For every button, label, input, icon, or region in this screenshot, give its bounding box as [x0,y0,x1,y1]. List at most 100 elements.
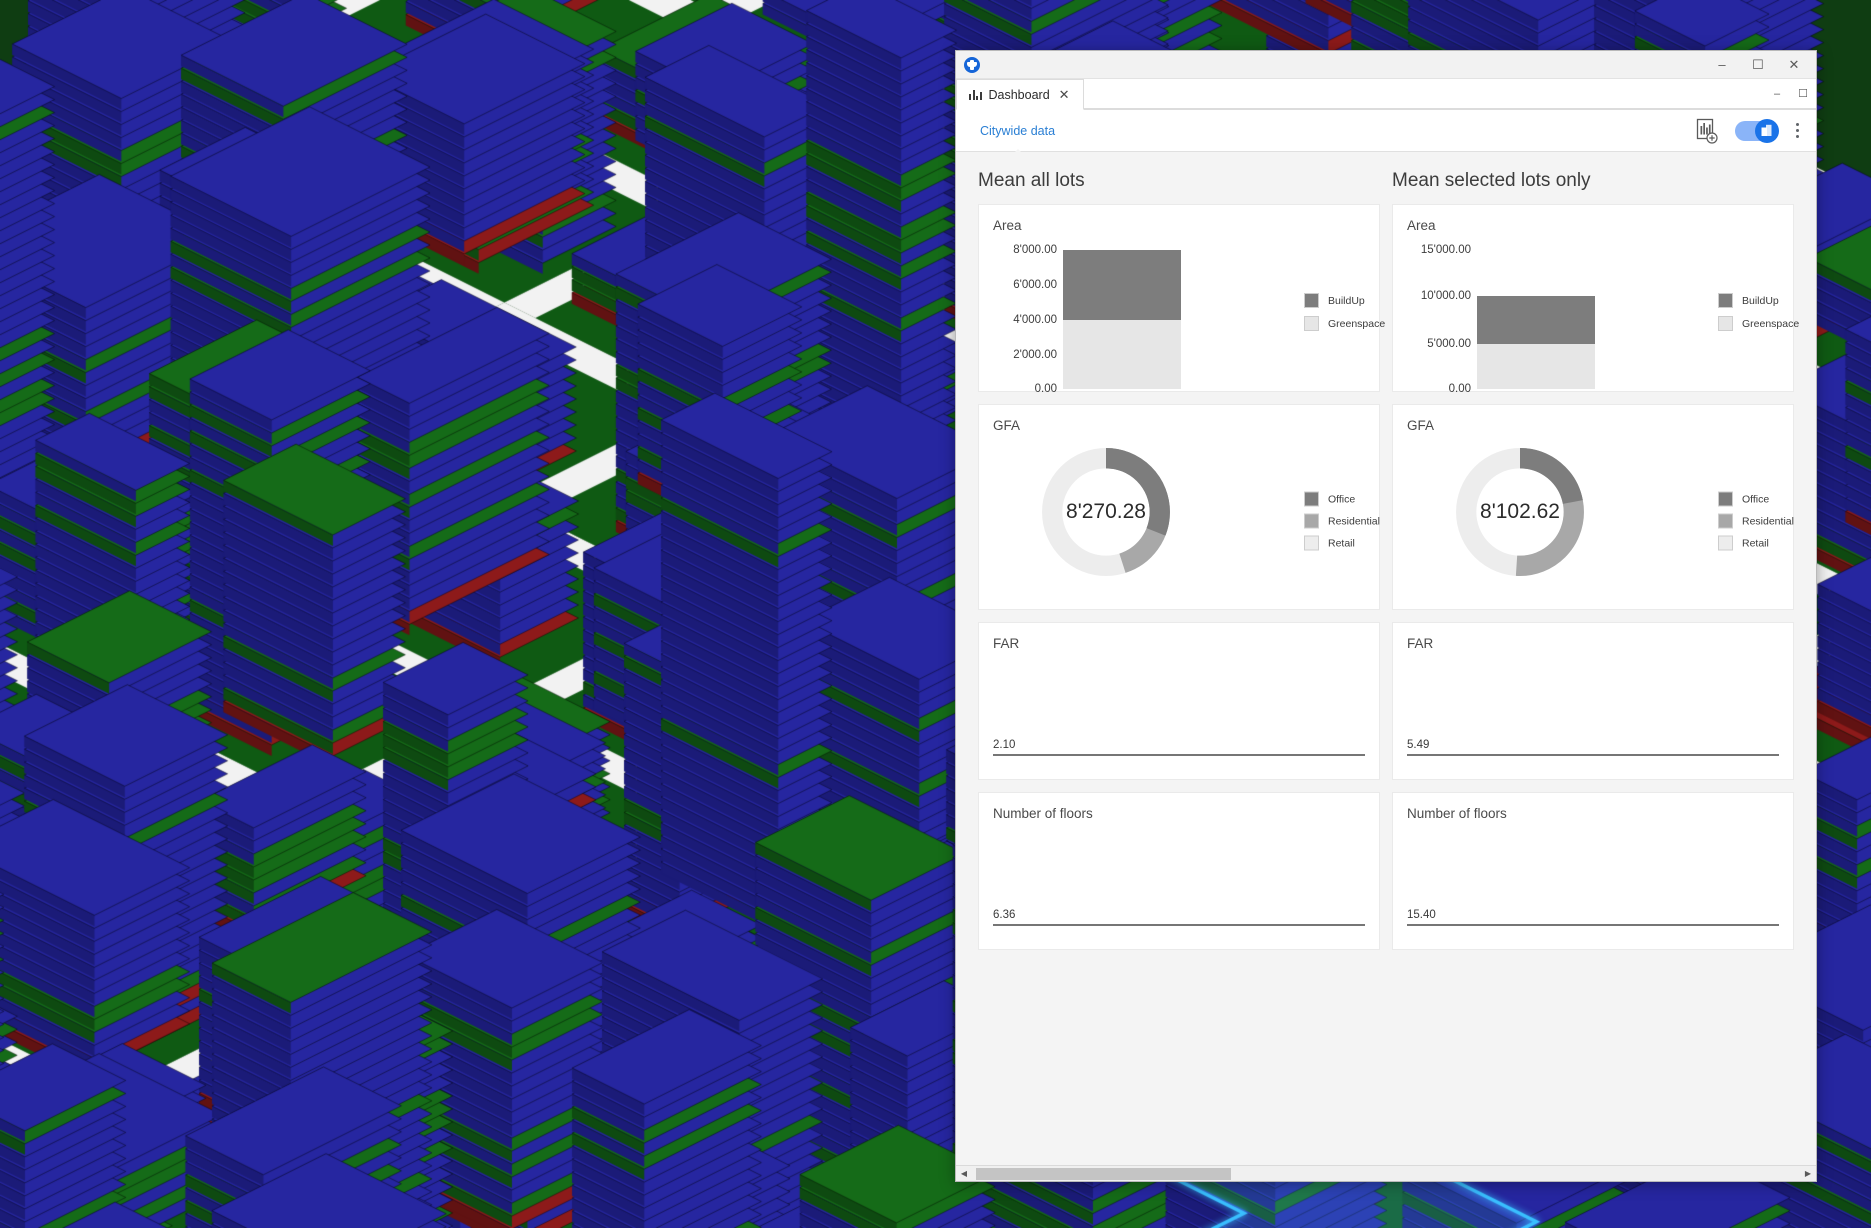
legend-label: Retail [1742,537,1769,549]
far-bar[interactable] [1407,754,1779,756]
panel-minimize-button[interactable]: – [1764,82,1790,106]
y-tick: 6'000.00 [1013,279,1057,291]
scrollbar-thumb[interactable] [976,1168,1231,1180]
far-bar[interactable] [993,754,1365,756]
card-gfa-selected-lots[interactable]: GFA 8'102.62 [1392,404,1794,610]
window-close-button[interactable]: ✕ [1776,52,1812,78]
bar-chart-icon [969,89,982,100]
legend-item[interactable]: Greenspace [1304,316,1385,331]
card-area-all-lots[interactable]: Area 8'000.00 6'000.00 4'000.00 2'000.00… [978,204,1380,392]
donut-chart[interactable]: 8'102.62 [1449,441,1591,583]
legend-label: Retail [1328,537,1355,549]
donut-chart[interactable]: 8'270.28 [1035,441,1177,583]
legend-item[interactable]: Retail [1304,536,1380,551]
floors-chart-selected-lots[interactable]: 15.40 [1393,821,1793,949]
tab-close-icon[interactable]: ✕ [1057,87,1072,102]
far-chart-all-lots[interactable]: 2.10 [979,651,1379,779]
card-title: Number of floors [1393,793,1793,821]
dashboard-content: Mean all lots Mean selected lots only Ar… [956,152,1816,1165]
window-maximize-button[interactable]: ☐ [1740,52,1776,78]
tab-strip: Dashboard ✕ – ☐ [956,79,1816,110]
legend-label: Residential [1742,515,1794,527]
floors-chart-all-lots[interactable]: 6.36 [979,821,1379,949]
bar-segment-greenspace[interactable] [1063,320,1181,390]
bar-segment-buildup[interactable] [1477,296,1595,343]
dashboard-window: – ☐ ✕ Dashboard ✕ – ☐ Citywide data [955,50,1817,1182]
card-title: GFA [1393,405,1793,433]
legend-swatch-retail [1304,536,1319,551]
y-axis-labels: 8'000.00 6'000.00 4'000.00 2'000.00 0.00 [979,233,1063,391]
selected-lots-toggle[interactable] [1735,121,1777,141]
chart-legend: BuildUp Greenspace [1304,293,1385,331]
panel-maximize-button[interactable]: ☐ [1790,82,1816,106]
column-selected-lots: Area 15'000.00 10'000.00 5'000.00 0.00 [1392,204,1794,950]
card-title: Number of floors [979,793,1379,821]
legend-swatch-retail [1718,536,1733,551]
card-gfa-all-lots[interactable]: GFA 8'270.28 [978,404,1380,610]
legend-item[interactable]: Office [1718,492,1794,507]
legend-label: BuildUp [1742,295,1779,307]
legend-swatch-greenspace [1718,316,1733,331]
card-title: FAR [979,623,1379,651]
dataset-tab-citywide-data[interactable]: Citywide data [978,122,1057,140]
window-titlebar[interactable]: – ☐ ✕ [956,51,1816,79]
toolbar-actions [1695,118,1802,144]
cards-grid: Area 8'000.00 6'000.00 4'000.00 2'000.00… [956,204,1816,950]
card-far-selected-lots[interactable]: FAR 5.49 [1392,622,1794,780]
y-axis-labels: 15'000.00 10'000.00 5'000.00 0.00 [1393,233,1477,391]
card-title: Area [1393,205,1793,233]
gfa-donut-selected-lots[interactable]: 8'102.62 Office Residential [1393,433,1793,609]
legend-item[interactable]: BuildUp [1718,293,1799,308]
content-bottom-spacer [956,950,1816,992]
legend-swatch-office [1304,492,1319,507]
floors-bar[interactable] [1407,924,1779,926]
legend-item[interactable]: Retail [1718,536,1794,551]
floors-value: 6.36 [993,909,1015,921]
dashboard-toolbar: Citywide data [956,110,1816,152]
scroll-left-arrow[interactable]: ◀ [956,1166,972,1182]
bar-segment-buildup[interactable] [1063,250,1181,320]
legend-label: Greenspace [1742,318,1799,330]
tab-dashboard[interactable]: Dashboard ✕ [956,79,1084,110]
donut-center-value: 8'102.62 [1449,441,1591,583]
legend-item[interactable]: Residential [1718,514,1794,529]
floors-value: 15.40 [1407,909,1436,921]
add-chart-button[interactable] [1695,118,1719,144]
card-area-selected-lots[interactable]: Area 15'000.00 10'000.00 5'000.00 0.00 [1392,204,1794,392]
stacked-bar[interactable] [1477,233,1595,391]
chart-legend: Office Residential Retail [1304,492,1380,551]
more-options-button[interactable] [1793,120,1802,141]
gfa-donut-all-lots[interactable]: 8'270.28 Office Residential [979,433,1379,609]
legend-item[interactable]: BuildUp [1304,293,1385,308]
scroll-right-arrow[interactable]: ▶ [1800,1166,1816,1182]
scrollbar-track[interactable] [972,1166,1800,1182]
legend-item[interactable]: Office [1304,492,1380,507]
bar-segment-greenspace[interactable] [1477,344,1595,390]
y-tick: 8'000.00 [1013,244,1057,256]
floors-bar[interactable] [993,924,1365,926]
tab-strip-empty-area: – ☐ [1084,79,1816,109]
horizontal-scrollbar[interactable]: ◀ ▶ [956,1165,1816,1181]
y-tick: 0.00 [1035,383,1057,395]
toggle-knob [1755,119,1779,143]
card-far-all-lots[interactable]: FAR 2.10 [978,622,1380,780]
column-headers: Mean all lots Mean selected lots only [956,152,1816,204]
area-chart-selected-lots[interactable]: 15'000.00 10'000.00 5'000.00 0.00 [1393,233,1793,391]
stacked-bar[interactable] [1063,233,1181,391]
far-chart-selected-lots[interactable]: 5.49 [1393,651,1793,779]
far-value: 5.49 [1407,739,1429,751]
window-minimize-button[interactable]: – [1704,52,1740,78]
card-title: GFA [979,405,1379,433]
area-chart-all-lots[interactable]: 8'000.00 6'000.00 4'000.00 2'000.00 0.00 [979,233,1379,391]
column-all-lots: Area 8'000.00 6'000.00 4'000.00 2'000.00… [978,204,1380,950]
y-tick: 5'000.00 [1427,338,1471,350]
legend-label: Office [1742,493,1769,505]
column-header-all-lots: Mean all lots [978,170,1380,192]
card-floors-selected-lots[interactable]: Number of floors 15.40 [1392,792,1794,950]
card-title: Area [979,205,1379,233]
card-floors-all-lots[interactable]: Number of floors 6.36 [978,792,1380,950]
legend-swatch-residential [1304,514,1319,529]
legend-swatch-residential [1718,514,1733,529]
legend-item[interactable]: Greenspace [1718,316,1799,331]
legend-item[interactable]: Residential [1304,514,1380,529]
